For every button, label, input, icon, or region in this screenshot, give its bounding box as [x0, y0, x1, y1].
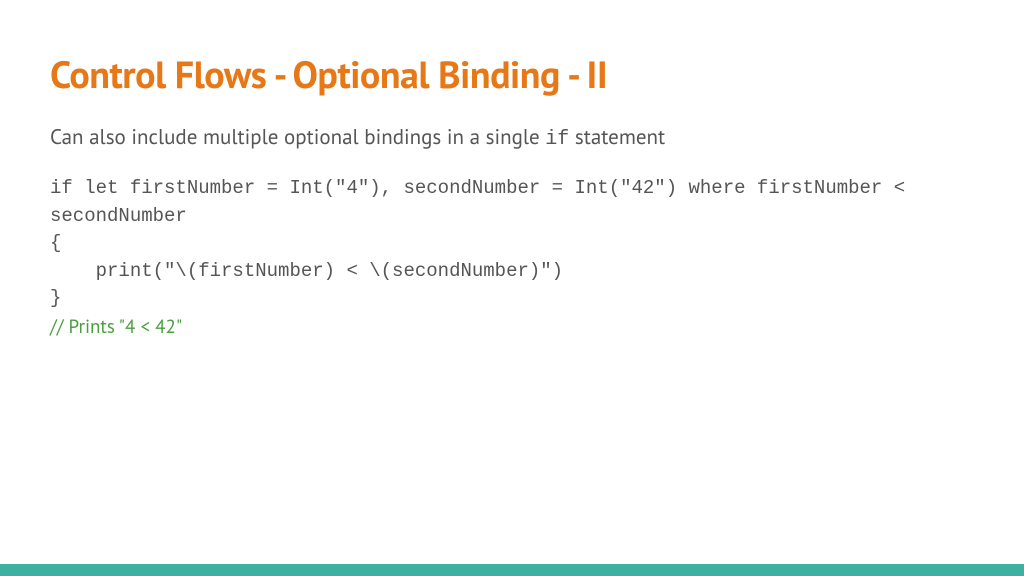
code-comment: // Prints "4 < 42"	[50, 315, 974, 339]
slide-container: Control Flows - Optional Binding - II Ca…	[0, 0, 1024, 576]
slide-title: Control Flows - Optional Binding - II	[50, 50, 974, 99]
description-inline-code: if	[545, 128, 569, 151]
accent-bar	[0, 564, 1024, 576]
description-prefix: Can also include multiple optional bindi…	[50, 123, 545, 150]
description-suffix: statement	[569, 123, 665, 150]
slide-description: Can also include multiple optional bindi…	[50, 123, 974, 151]
code-block: if let firstNumber = Int("4"), secondNum…	[50, 175, 974, 313]
